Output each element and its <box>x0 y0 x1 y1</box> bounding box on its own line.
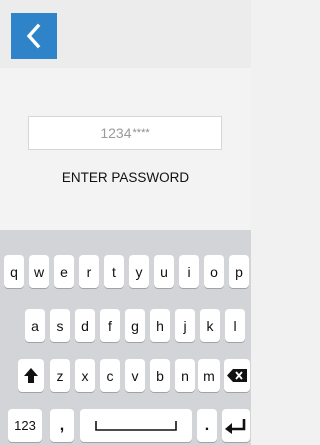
key-j[interactable]: j <box>175 309 195 342</box>
key-a[interactable]: a <box>25 309 45 342</box>
top-bar <box>0 0 251 68</box>
comma-key[interactable]: , <box>50 409 74 442</box>
key-q[interactable]: q <box>4 255 24 288</box>
key-r[interactable]: r <box>79 255 99 288</box>
key-w[interactable]: w <box>29 255 49 288</box>
shift-up-arrow-icon <box>24 368 38 383</box>
key-g[interactable]: g <box>125 309 145 342</box>
key-y[interactable]: y <box>129 255 149 288</box>
key-p[interactable]: p <box>229 255 249 288</box>
enter-return-icon <box>225 418 246 434</box>
on-screen-keyboard: q w e r t y u i o p a s d f g h j k l z … <box>0 230 251 445</box>
key-e[interactable]: e <box>54 255 74 288</box>
key-h[interactable]: h <box>150 309 170 342</box>
key-z[interactable]: z <box>50 359 70 392</box>
key-v[interactable]: v <box>125 359 145 392</box>
key-m[interactable]: m <box>198 359 220 392</box>
period-key[interactable]: . <box>197 409 217 442</box>
key-s[interactable]: s <box>50 309 70 342</box>
key-k[interactable]: k <box>200 309 220 342</box>
key-d[interactable]: d <box>75 309 95 342</box>
backspace-key[interactable] <box>224 359 250 392</box>
numbers-key[interactable]: 123 <box>8 409 42 442</box>
key-x[interactable]: x <box>75 359 95 392</box>
password-mask: **** <box>132 127 150 139</box>
space-key[interactable] <box>80 409 192 442</box>
enter-key[interactable] <box>222 409 250 442</box>
key-l[interactable]: l <box>225 309 245 342</box>
key-i[interactable]: i <box>179 255 199 288</box>
password-label: ENTER PASSWORD <box>61 170 190 185</box>
key-u[interactable]: u <box>154 255 174 288</box>
key-o[interactable]: o <box>204 255 224 288</box>
key-f[interactable]: f <box>100 309 120 342</box>
chevron-left-icon <box>26 23 41 49</box>
key-t[interactable]: t <box>104 255 124 288</box>
key-n[interactable]: n <box>175 359 195 392</box>
key-c[interactable]: c <box>100 359 120 392</box>
password-panel: 1234 **** ENTER PASSWORD <box>0 68 251 230</box>
key-b[interactable]: b <box>150 359 170 392</box>
password-input[interactable]: 1234 **** <box>28 116 222 150</box>
back-button[interactable] <box>11 13 57 59</box>
password-value: 1234 <box>100 125 132 141</box>
shift-key[interactable] <box>18 359 44 392</box>
backspace-icon <box>227 369 247 382</box>
space-bar-icon <box>95 420 177 431</box>
